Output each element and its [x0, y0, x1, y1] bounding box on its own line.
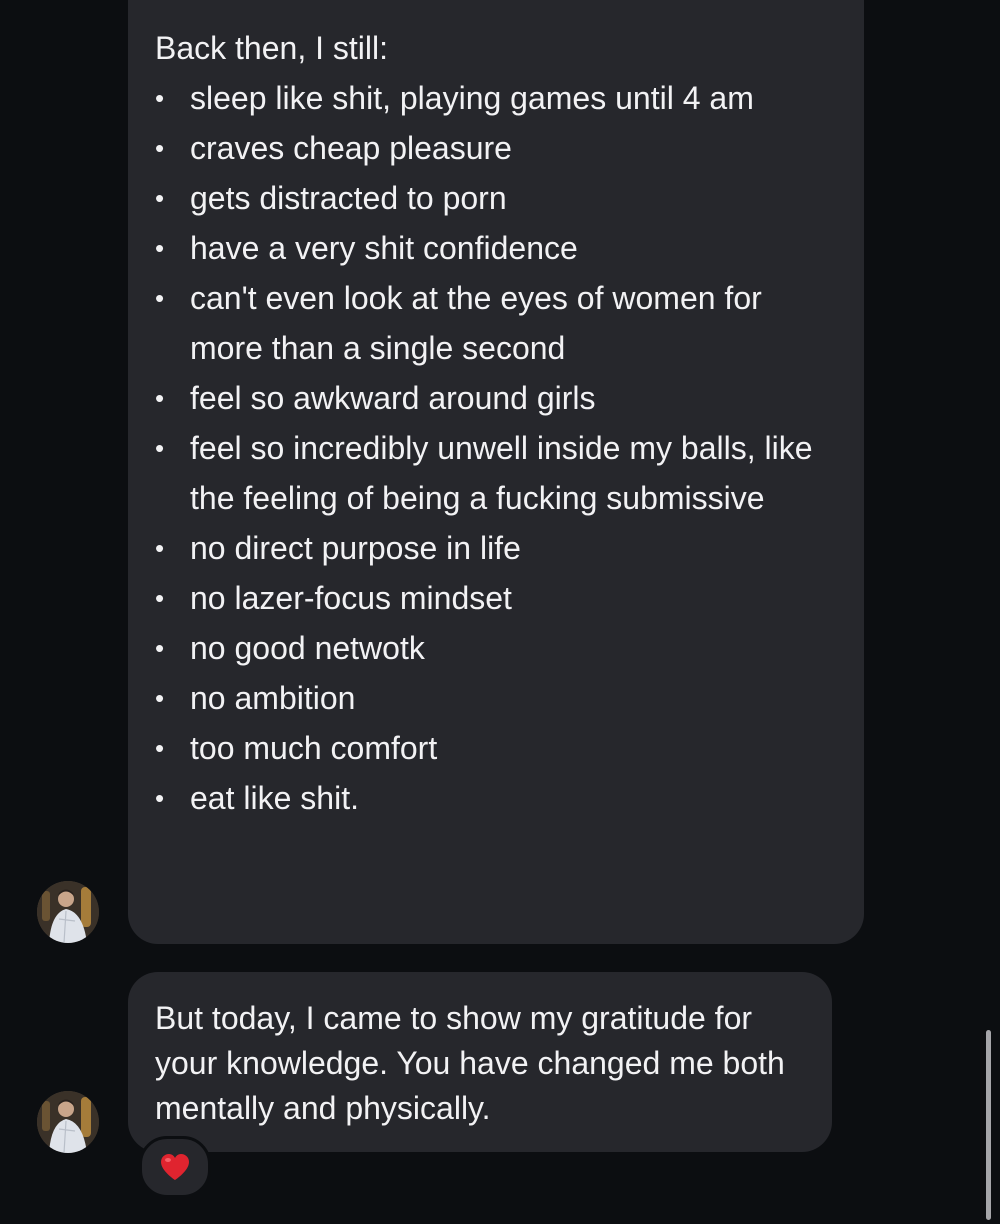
bullet-icon: • [155, 83, 165, 113]
list-item: • no good netwotk [155, 623, 838, 673]
red-heart-icon [161, 1154, 189, 1180]
list-item: • can't even look at the eyes of women fo… [155, 273, 838, 373]
bullet-icon: • [155, 683, 165, 713]
bullet-icon: • [155, 233, 165, 263]
message-bubble-gratitude[interactable]: But today, I came to show my gratitude f… [128, 972, 832, 1152]
bullet-list: • sleep like shit, playing games until 4 … [155, 73, 838, 823]
sender-avatar[interactable] [37, 881, 99, 943]
bullet-icon: • [155, 383, 165, 413]
list-item: • no lazer-focus mindset [155, 573, 838, 623]
bullet-icon: • [155, 133, 165, 163]
bullet-icon: • [155, 633, 165, 663]
bullet-icon: • [155, 283, 165, 313]
avatar-photo-icon [37, 1091, 99, 1153]
list-item: • craves cheap pleasure [155, 123, 838, 173]
bullet-icon: • [155, 733, 165, 763]
list-item: • sleep like shit, playing games until 4 … [155, 73, 838, 123]
list-item: • have a very shit confidence [155, 223, 838, 273]
message-bubble-list[interactable]: Back then, I still: • sleep like shit, pl… [128, 0, 864, 944]
reaction-badge[interactable] [139, 1136, 211, 1198]
list-item: • no direct purpose in life [155, 523, 838, 573]
list-item: • feel so awkward around girls [155, 373, 838, 423]
chat-thread: Back then, I still: • sleep like shit, pl… [0, 0, 1000, 1224]
avatar-photo-icon [37, 881, 99, 943]
message-text: But today, I came to show my gratitude f… [155, 1000, 785, 1126]
bullet-icon: • [155, 533, 165, 563]
scrollbar-thumb[interactable] [986, 1030, 991, 1220]
list-item: • too much comfort [155, 723, 838, 773]
bullet-icon: • [155, 433, 165, 463]
bullet-icon: • [155, 183, 165, 213]
list-item: • eat like shit. [155, 773, 838, 823]
bullet-icon: • [155, 783, 165, 813]
list-item: • gets distracted to porn [155, 173, 838, 223]
list-item: • no ambition [155, 673, 838, 723]
sender-avatar[interactable] [37, 1091, 99, 1153]
list-item: • feel so incredibly unwell inside my bal… [155, 423, 838, 523]
bullet-icon: • [155, 583, 165, 613]
message-intro: Back then, I still: [155, 30, 388, 66]
